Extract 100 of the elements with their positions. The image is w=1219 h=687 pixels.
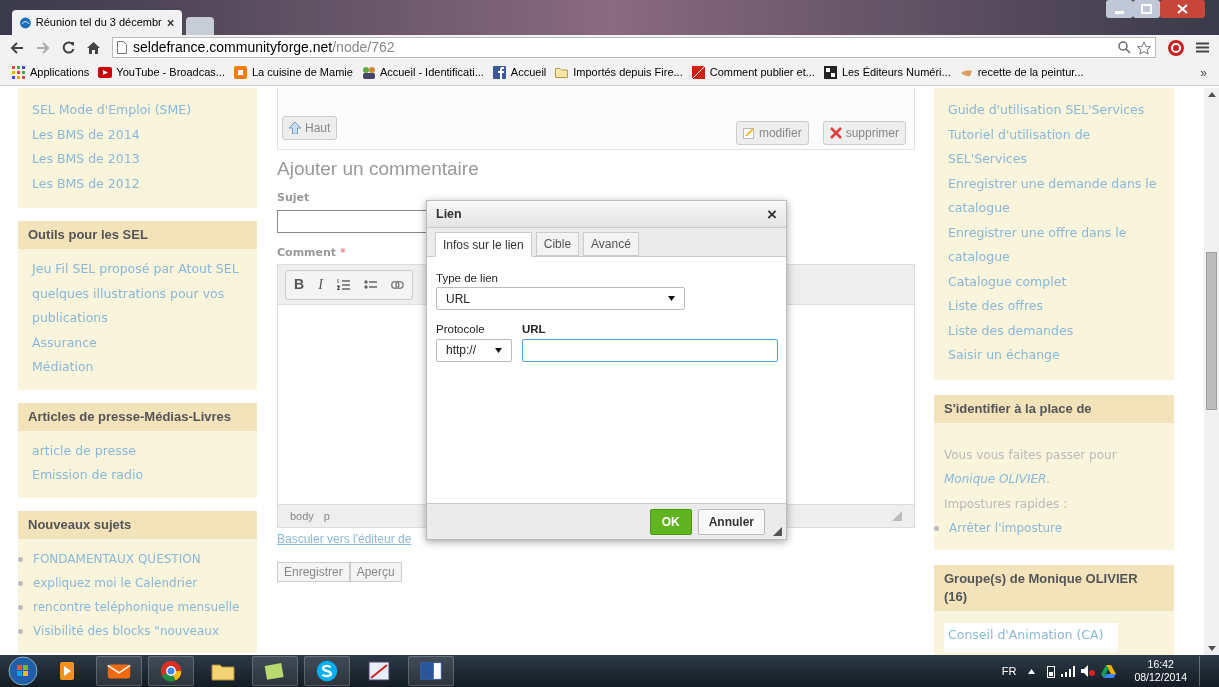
link-type-select[interactable]: URL — [436, 287, 685, 311]
maximize-icon[interactable] — [1133, 0, 1160, 18]
bookmark-link[interactable]: YouTube - Broadcas... — [116, 64, 225, 81]
sidebar-link[interactable]: SEL Mode d'Emploi (SME) — [28, 98, 247, 123]
clock-date[interactable]: 08/12/2014 — [1134, 671, 1187, 684]
close-button[interactable]: × — [767, 205, 777, 223]
page-icon — [117, 41, 127, 54]
sidebar-link[interactable]: FONDAMENTAUX QUESTION — [33, 546, 201, 571]
resize-grip-icon[interactable] — [892, 511, 902, 521]
bookmark-link[interactable]: recette de la peintur... — [977, 64, 1084, 81]
cloud-drive-icon[interactable] — [1101, 664, 1117, 678]
sidebar-link[interactable]: Tutoriel d'utilisation de SEL'Services — [944, 122, 1164, 172]
sidebar-link[interactable]: Visibilité des blocks "nouveaux — [33, 618, 219, 643]
ok-button[interactable]: OK — [649, 508, 692, 535]
sticky-notes-icon[interactable] — [252, 656, 298, 686]
group-link[interactable]: Conseil d'Animation (CA) — [944, 623, 1118, 652]
sidebar-link[interactable]: Arrêter l'imposture — [949, 516, 1063, 540]
delete-button[interactable]: supprimer — [822, 121, 906, 145]
sidebar-link[interactable]: Les BMS de 2013 — [28, 147, 247, 172]
cancel-button[interactable]: Annuler — [697, 508, 765, 535]
sidebar-link[interactable]: Saisir un échange — [944, 343, 1164, 368]
skype-icon[interactable] — [304, 656, 350, 686]
sidebar-link[interactable]: Assurance — [28, 330, 247, 355]
form-button[interactable]: Enregistrer — [277, 562, 350, 582]
scrollbar-thumb[interactable] — [1206, 252, 1217, 410]
block-title: Outils pour les SEL — [18, 221, 257, 249]
sidebar-link[interactable]: Enregistrer une demande dans le catalogue — [944, 171, 1164, 221]
bookmark-link[interactable]: Applications — [30, 64, 90, 81]
start-orb-icon[interactable] — [8, 656, 38, 686]
element-path-item[interactable]: body — [290, 507, 314, 525]
form-button[interactable]: Aperçu — [349, 562, 402, 582]
more-bookmarks-button[interactable]: » — [1200, 63, 1207, 82]
sidebar-link[interactable]: Médiation — [28, 355, 247, 380]
checker-icon — [823, 66, 838, 79]
bullet-icon — [18, 580, 23, 586]
bookmark-link[interactable]: Accueil — [510, 64, 547, 81]
italic-button[interactable]: I — [318, 274, 323, 295]
sidebar-link[interactable]: article de presse — [28, 438, 247, 463]
play-icon — [98, 66, 113, 79]
minimize-icon[interactable] — [1106, 0, 1133, 18]
numbered-list-icon[interactable] — [336, 279, 350, 290]
star-icon[interactable] — [1137, 40, 1151, 55]
bold-button[interactable]: B — [294, 274, 305, 295]
address-bar[interactable]: seldefrance.communityforge.net/node/762 — [112, 37, 1156, 58]
block-title: Nouveaux sujets — [18, 510, 257, 539]
close-icon[interactable] — [166, 18, 174, 27]
signal-icon[interactable] — [1061, 665, 1076, 677]
sidebar-link[interactable]: Enregistrer une offre dans le catalogue — [944, 220, 1164, 270]
top-button[interactable]: Haut — [282, 116, 338, 140]
url-field[interactable] — [522, 338, 778, 362]
dialog-tab[interactable]: Avancé — [583, 232, 639, 256]
bookmark-link[interactable]: Comment publier et... — [709, 64, 815, 81]
envelope-icon[interactable] — [96, 656, 142, 686]
bookmark-link[interactable]: La cuisine de Mamie — [252, 64, 353, 81]
close-icon[interactable] — [1160, 0, 1205, 18]
sidebar-link[interactable]: Liste des demandes — [944, 318, 1164, 343]
sidebar-link[interactable]: Jeu Fil SEL proposé par Atout SEL — [28, 257, 247, 282]
clock-time[interactable]: 16:42 — [1147, 658, 1174, 671]
element-path-item[interactable]: p — [323, 507, 330, 525]
sidebar-link[interactable]: Les BMS de 2012 — [28, 171, 247, 196]
chrome-icon[interactable] — [148, 656, 194, 686]
scroll-up-icon[interactable] — [1207, 91, 1216, 97]
bookmark-link[interactable]: Accueil - Identificati... — [379, 64, 484, 81]
muted-speaker-icon[interactable] — [1081, 665, 1096, 677]
show-hidden-icons-icon[interactable] — [1028, 668, 1036, 674]
sidebar-link[interactable]: Emission de radio — [28, 463, 247, 488]
pencil-icon — [742, 127, 755, 139]
dialog-tab[interactable]: Cible — [535, 232, 580, 256]
sidebar-link[interactable]: Guide d'utilisation SEL'Services — [944, 98, 1164, 123]
protocol-select[interactable]: http:// — [436, 338, 512, 362]
edit-button[interactable]: modifier — [735, 121, 809, 145]
tab-title: Réunion tel du 3 décembr — [35, 15, 162, 31]
block-title: Articles de presse-Médias-Livres — [18, 402, 257, 431]
dialog-tab[interactable]: Infos sur le lien — [435, 232, 532, 257]
browser-tab[interactable]: Réunion tel du 3 décembr — [12, 10, 182, 35]
reload-icon[interactable] — [62, 41, 75, 54]
home-icon[interactable] — [87, 41, 100, 54]
sidebar-text: Impostures rapides : — [944, 495, 1069, 513]
bullet-list-icon[interactable] — [363, 279, 377, 290]
user-link[interactable]: Monique OLIVIER. — [944, 467, 1164, 492]
bookmark-link[interactable]: Importés depuis Fire... — [573, 64, 683, 81]
bullet-icon — [18, 556, 23, 562]
editor-toggle-link[interactable]: Basculer vers l'éditeur de — [277, 530, 412, 548]
apps-grid-icon — [12, 66, 26, 79]
sidebar-link[interactable]: Liste des offres — [944, 294, 1164, 319]
sidebar-link[interactable]: expliquez moi le Calendrier — [33, 570, 198, 595]
bookmark-link[interactable]: Les Éditeurs Numéri... — [841, 64, 951, 81]
sidebar-link[interactable]: Catalogue complet — [944, 269, 1164, 294]
menu-icon[interactable] — [1196, 42, 1209, 53]
scroll-down-icon[interactable] — [1207, 646, 1216, 652]
zoom-icon[interactable] — [1118, 41, 1131, 54]
sidebar-link[interactable]: quelques illustrations pour vos publications — [28, 281, 247, 331]
dialog-title: Lien — [436, 205, 463, 223]
sidebar-link[interactable]: Les BMS de 2014 — [28, 122, 247, 147]
language-indicator[interactable]: FR — [1001, 662, 1017, 680]
stop-sign-icon[interactable] — [1168, 39, 1184, 56]
link-icon[interactable] — [390, 280, 404, 289]
back-icon[interactable] — [10, 41, 24, 54]
sidebar-link[interactable]: rencontre teléphonique mensuelle — [33, 594, 240, 619]
battery-icon[interactable] — [1047, 664, 1056, 678]
